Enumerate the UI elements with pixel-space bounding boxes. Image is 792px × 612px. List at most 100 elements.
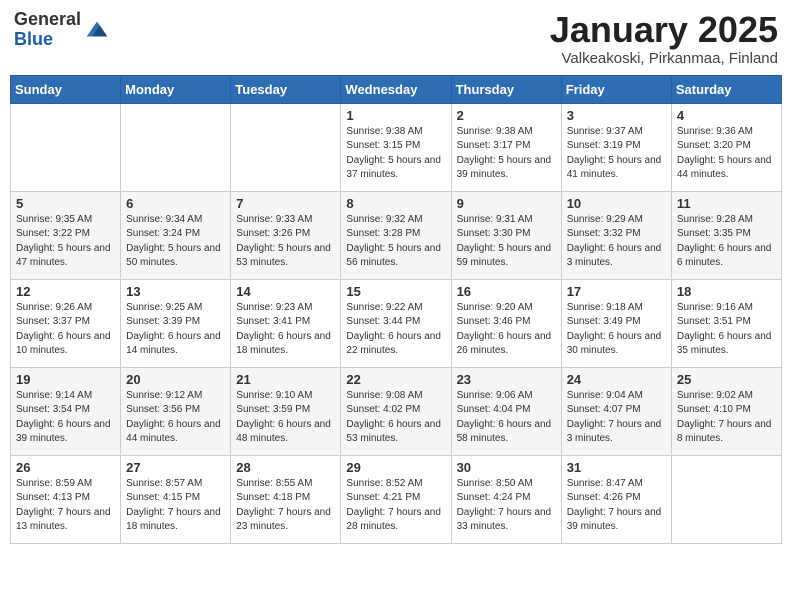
day-number: 26 bbox=[16, 460, 115, 475]
calendar-day-cell: 17 Sunrise: 9:18 AM Sunset: 3:49 PM Dayli… bbox=[561, 279, 671, 367]
day-info: Sunrise: 9:04 AM Sunset: 4:07 PM Dayligh… bbox=[567, 389, 666, 447]
calendar-day-cell: 7Sunrise: 9:33 AM Sunset: 3:26 PM Daylig… bbox=[231, 191, 341, 279]
weekday-header-sunday: Sunday bbox=[11, 75, 121, 103]
day-info: Sunrise: 9:31 AM Sunset: 3:30 PM Dayligh… bbox=[457, 213, 556, 271]
calendar-day-cell: 16 Sunrise: 9:20 AM Sunset: 3:46 PM Dayli… bbox=[451, 279, 561, 367]
title-area: January 2025 Valkeakoski, Pirkanmaa, Fin… bbox=[550, 10, 778, 67]
day-info: Sunrise: 8:52 AM Sunset: 4:21 PM Dayligh… bbox=[346, 477, 445, 535]
calendar-day-cell: 6 Sunrise: 9:34 AM Sunset: 3:24 PM Daylig… bbox=[121, 191, 231, 279]
calendar-day-cell: 11Sunrise: 9:28 AM Sunset: 3:35 PM Dayli… bbox=[671, 191, 781, 279]
calendar-day-cell: 21 Sunrise: 9:10 AM Sunset: 3:59 PM Dayli… bbox=[231, 367, 341, 455]
day-number: 17 bbox=[567, 284, 666, 299]
weekday-header-saturday: Saturday bbox=[671, 75, 781, 103]
calendar-day-cell: 2 Sunrise: 9:38 AM Sunset: 3:17 PM Daylig… bbox=[451, 103, 561, 191]
day-info: Sunrise: 9:25 AM Sunset: 3:39 PM Dayligh… bbox=[126, 301, 225, 359]
day-info: Sunrise: 9:37 AM Sunset: 3:19 PM Dayligh… bbox=[567, 125, 666, 183]
calendar-week-row: 5 Sunrise: 9:35 AM Sunset: 3:22 PM Daylig… bbox=[11, 191, 782, 279]
calendar-day-cell: 31 Sunrise: 8:47 AM Sunset: 4:26 PM Dayli… bbox=[561, 455, 671, 543]
day-number: 28 bbox=[236, 460, 335, 475]
location-title: Valkeakoski, Pirkanmaa, Finland bbox=[550, 50, 778, 67]
day-number: 19 bbox=[16, 372, 115, 387]
day-info: Sunrise: 8:55 AM Sunset: 4:18 PM Dayligh… bbox=[236, 477, 335, 535]
calendar-day-cell: 9 Sunrise: 9:31 AM Sunset: 3:30 PM Daylig… bbox=[451, 191, 561, 279]
day-info: Sunrise: 8:57 AM Sunset: 4:15 PM Dayligh… bbox=[126, 477, 225, 535]
day-number: 27 bbox=[126, 460, 225, 475]
calendar-day-cell: 13Sunrise: 9:25 AM Sunset: 3:39 PM Dayli… bbox=[121, 279, 231, 367]
calendar-day-cell: 8 Sunrise: 9:32 AM Sunset: 3:28 PM Daylig… bbox=[341, 191, 451, 279]
calendar-day-cell: 29 Sunrise: 8:52 AM Sunset: 4:21 PM Dayli… bbox=[341, 455, 451, 543]
day-info: Sunrise: 9:38 AM Sunset: 3:15 PM Dayligh… bbox=[346, 125, 445, 183]
weekday-header-tuesday: Tuesday bbox=[231, 75, 341, 103]
day-info: Sunrise: 9:32 AM Sunset: 3:28 PM Dayligh… bbox=[346, 213, 445, 271]
day-number: 25 bbox=[677, 372, 776, 387]
weekday-header-wednesday: Wednesday bbox=[341, 75, 451, 103]
calendar-day-cell: 25 Sunrise: 9:02 AM Sunset: 4:10 PM Dayli… bbox=[671, 367, 781, 455]
day-number: 1 bbox=[346, 108, 445, 123]
day-info: Sunrise: 8:50 AM Sunset: 4:24 PM Dayligh… bbox=[457, 477, 556, 535]
day-info: Sunrise: 9:18 AM Sunset: 3:49 PM Dayligh… bbox=[567, 301, 666, 359]
day-number: 18 bbox=[677, 284, 776, 299]
day-number: 29 bbox=[346, 460, 445, 475]
day-info: Sunrise: 9:14 AM Sunset: 3:54 PM Dayligh… bbox=[16, 389, 115, 447]
day-number: 15 bbox=[346, 284, 445, 299]
calendar-day-cell: 30Sunrise: 8:50 AM Sunset: 4:24 PM Dayli… bbox=[451, 455, 561, 543]
day-info: Sunrise: 9:10 AM Sunset: 3:59 PM Dayligh… bbox=[236, 389, 335, 447]
day-number: 5 bbox=[16, 196, 115, 211]
day-number: 24 bbox=[567, 372, 666, 387]
calendar-day-cell: 12Sunrise: 9:26 AM Sunset: 3:37 PM Dayli… bbox=[11, 279, 121, 367]
day-number: 21 bbox=[236, 372, 335, 387]
day-info: Sunrise: 9:34 AM Sunset: 3:24 PM Dayligh… bbox=[126, 213, 225, 271]
empty-day-cell bbox=[671, 455, 781, 543]
day-number: 2 bbox=[457, 108, 556, 123]
weekday-header-monday: Monday bbox=[121, 75, 231, 103]
day-number: 23 bbox=[457, 372, 556, 387]
day-number: 8 bbox=[346, 196, 445, 211]
day-number: 6 bbox=[126, 196, 225, 211]
calendar-day-cell: 15 Sunrise: 9:22 AM Sunset: 3:44 PM Dayli… bbox=[341, 279, 451, 367]
day-number: 31 bbox=[567, 460, 666, 475]
day-number: 16 bbox=[457, 284, 556, 299]
calendar-week-row: 19 Sunrise: 9:14 AM Sunset: 3:54 PM Dayli… bbox=[11, 367, 782, 455]
day-info: Sunrise: 9:22 AM Sunset: 3:44 PM Dayligh… bbox=[346, 301, 445, 359]
calendar-day-cell: 3 Sunrise: 9:37 AM Sunset: 3:19 PM Daylig… bbox=[561, 103, 671, 191]
empty-day-cell bbox=[11, 103, 121, 191]
month-title: January 2025 bbox=[550, 10, 778, 50]
logo: General Blue bbox=[14, 10, 111, 50]
logo-blue-text: Blue bbox=[14, 29, 53, 49]
calendar-day-cell: 26 Sunrise: 8:59 AM Sunset: 4:13 PM Dayli… bbox=[11, 455, 121, 543]
logo-icon bbox=[83, 16, 111, 44]
day-info: Sunrise: 9:29 AM Sunset: 3:32 PM Dayligh… bbox=[567, 213, 666, 271]
logo-general-text: General bbox=[14, 9, 81, 29]
day-info: Sunrise: 8:59 AM Sunset: 4:13 PM Dayligh… bbox=[16, 477, 115, 535]
day-info: Sunrise: 9:08 AM Sunset: 4:02 PM Dayligh… bbox=[346, 389, 445, 447]
calendar-day-cell: 1 Sunrise: 9:38 AM Sunset: 3:15 PM Daylig… bbox=[341, 103, 451, 191]
calendar-day-cell: 24 Sunrise: 9:04 AM Sunset: 4:07 PM Dayli… bbox=[561, 367, 671, 455]
empty-day-cell bbox=[231, 103, 341, 191]
weekday-header-thursday: Thursday bbox=[451, 75, 561, 103]
day-number: 14 bbox=[236, 284, 335, 299]
day-info: Sunrise: 9:35 AM Sunset: 3:22 PM Dayligh… bbox=[16, 213, 115, 271]
day-info: Sunrise: 9:12 AM Sunset: 3:56 PM Dayligh… bbox=[126, 389, 225, 447]
calendar-day-cell: 14Sunrise: 9:23 AM Sunset: 3:41 PM Dayli… bbox=[231, 279, 341, 367]
weekday-header-friday: Friday bbox=[561, 75, 671, 103]
calendar-day-cell: 10 Sunrise: 9:29 AM Sunset: 3:32 PM Dayli… bbox=[561, 191, 671, 279]
calendar-day-cell: 23 Sunrise: 9:06 AM Sunset: 4:04 PM Dayli… bbox=[451, 367, 561, 455]
day-number: 3 bbox=[567, 108, 666, 123]
weekday-header-row: SundayMondayTuesdayWednesdayThursdayFrid… bbox=[11, 75, 782, 103]
calendar-week-row: 1 Sunrise: 9:38 AM Sunset: 3:15 PM Daylig… bbox=[11, 103, 782, 191]
day-info: Sunrise: 9:20 AM Sunset: 3:46 PM Dayligh… bbox=[457, 301, 556, 359]
day-info: Sunrise: 8:47 AM Sunset: 4:26 PM Dayligh… bbox=[567, 477, 666, 535]
day-info: Sunrise: 9:33 AM Sunset: 3:26 PM Dayligh… bbox=[236, 213, 335, 271]
calendar-table: SundayMondayTuesdayWednesdayThursdayFrid… bbox=[10, 75, 782, 544]
calendar-week-row: 26 Sunrise: 8:59 AM Sunset: 4:13 PM Dayli… bbox=[11, 455, 782, 543]
page-header: General Blue January 2025 Valkeakoski, P… bbox=[10, 10, 782, 67]
day-info: Sunrise: 9:28 AM Sunset: 3:35 PM Dayligh… bbox=[677, 213, 776, 271]
day-info: Sunrise: 9:38 AM Sunset: 3:17 PM Dayligh… bbox=[457, 125, 556, 183]
day-info: Sunrise: 9:02 AM Sunset: 4:10 PM Dayligh… bbox=[677, 389, 776, 447]
calendar-day-cell: 22Sunrise: 9:08 AM Sunset: 4:02 PM Dayli… bbox=[341, 367, 451, 455]
day-info: Sunrise: 9:06 AM Sunset: 4:04 PM Dayligh… bbox=[457, 389, 556, 447]
day-number: 10 bbox=[567, 196, 666, 211]
calendar-day-cell: 20Sunrise: 9:12 AM Sunset: 3:56 PM Dayli… bbox=[121, 367, 231, 455]
calendar-day-cell: 27 Sunrise: 8:57 AM Sunset: 4:15 PM Dayli… bbox=[121, 455, 231, 543]
day-number: 9 bbox=[457, 196, 556, 211]
